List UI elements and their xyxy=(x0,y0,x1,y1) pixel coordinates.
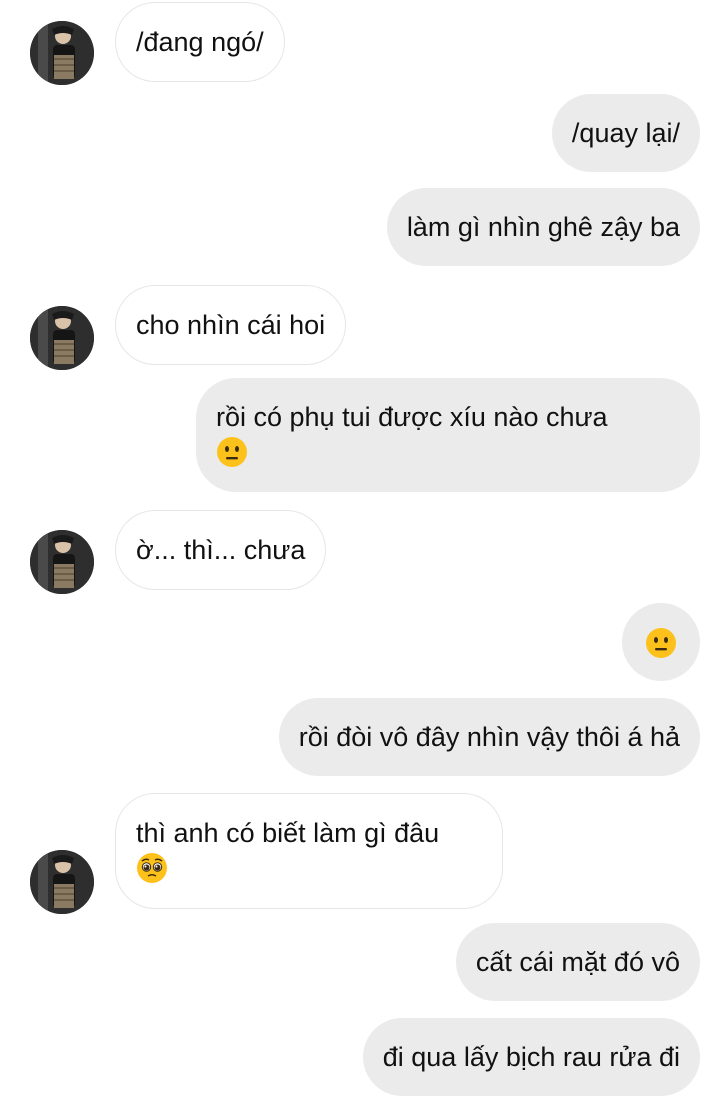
message-text: cho nhìn cái hoi xyxy=(136,310,326,340)
message-text: rồi đòi vô đây nhìn vậy thôi á hả xyxy=(298,722,680,752)
outgoing-message[interactable]: cất cái mặt đó vô xyxy=(455,923,700,1001)
message-text: rồi có phụ tui được xíu nào chưa xyxy=(216,402,608,432)
message-text: /quay lại/ xyxy=(571,118,680,148)
contact-avatar[interactable] xyxy=(30,850,94,914)
contact-avatar[interactable] xyxy=(30,530,94,594)
outgoing-message[interactable]: làm gì nhìn ghê zậy ba xyxy=(386,188,700,266)
message-text: đi qua lấy bịch rau rửa đi xyxy=(382,1042,680,1072)
contact-avatar[interactable] xyxy=(30,306,94,370)
avatar-photo-icon xyxy=(30,306,94,370)
avatar-photo-icon xyxy=(30,21,94,85)
avatar-photo-icon xyxy=(30,850,94,914)
outgoing-message[interactable]: đi qua lấy bịch rau rửa đi xyxy=(362,1018,700,1096)
incoming-message[interactable]: thì anh có biết làm gì đâu xyxy=(115,793,503,909)
message-text: cất cái mặt đó vô xyxy=(475,947,680,977)
outgoing-message[interactable] xyxy=(622,603,700,681)
message-text: làm gì nhìn ghê zậy ba xyxy=(406,212,680,242)
message-text: /đang ngó/ xyxy=(136,27,264,57)
incoming-message[interactable]: cho nhìn cái hoi xyxy=(115,285,347,365)
neutral-face-icon xyxy=(645,627,677,659)
avatar-photo-icon xyxy=(30,530,94,594)
incoming-message[interactable]: ờ... thì... chưa xyxy=(115,510,327,590)
outgoing-message[interactable]: rồi đòi vô đây nhìn vậy thôi á hả xyxy=(278,698,700,776)
neutral-face-icon xyxy=(216,436,248,468)
message-text: thì anh có biết làm gì đâu xyxy=(136,818,440,848)
outgoing-message[interactable]: /quay lại/ xyxy=(551,94,700,172)
incoming-message[interactable]: /đang ngó/ xyxy=(115,2,285,82)
pleading-face-icon xyxy=(136,852,168,884)
outgoing-message[interactable]: rồi có phụ tui được xíu nào chưa xyxy=(196,378,700,492)
contact-avatar[interactable] xyxy=(30,21,94,85)
message-text: ờ... thì... chưa xyxy=(136,535,306,565)
